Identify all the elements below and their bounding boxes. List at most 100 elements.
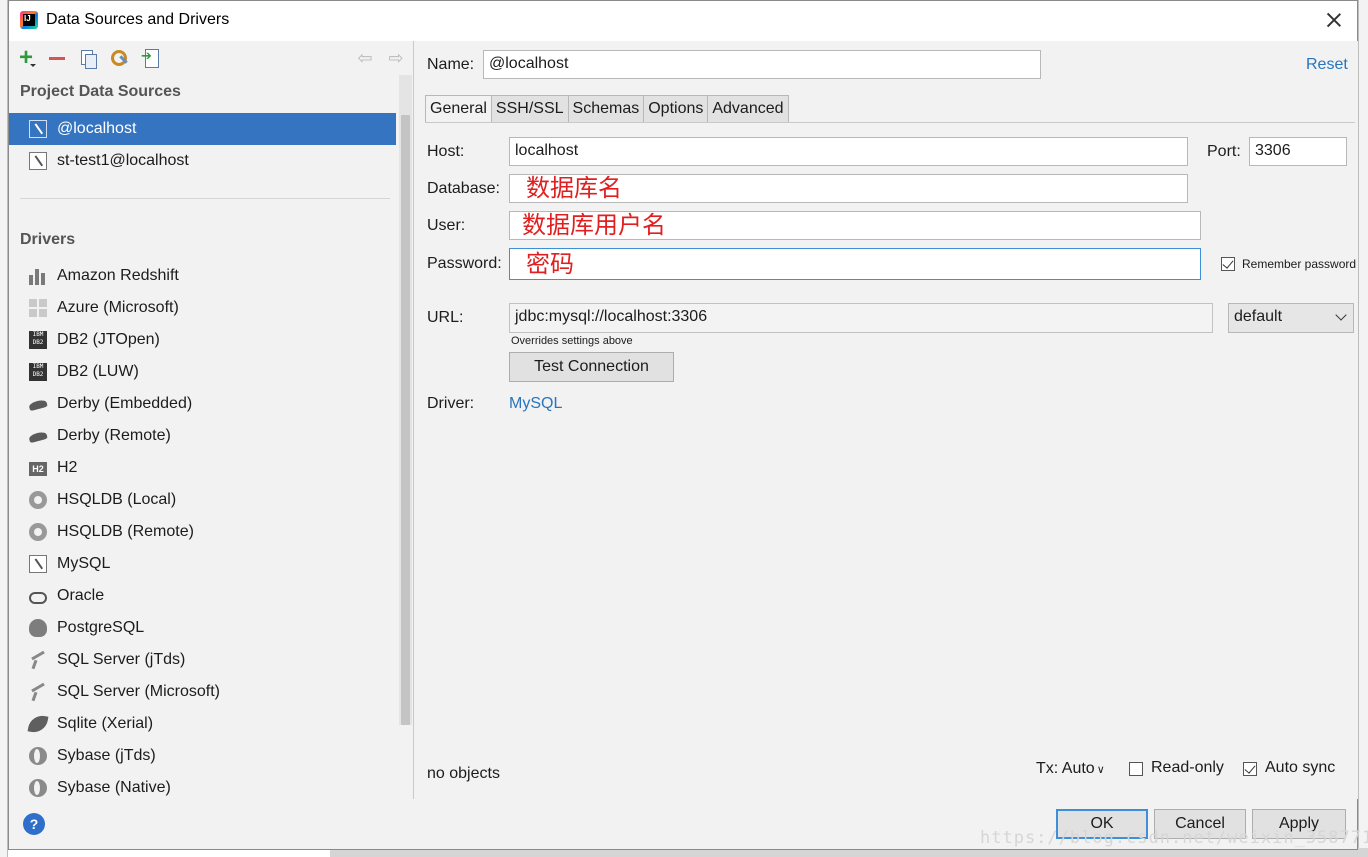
name-field[interactable]: @localhost <box>483 50 1041 79</box>
chevron-down-icon: ∨ <box>1096 764 1105 776</box>
tab-options[interactable]: Options <box>643 95 709 123</box>
ibm-db2-icon: IBM DB2 <box>29 363 47 381</box>
driver-item-derby-remote[interactable]: Derby (Remote) <box>9 420 399 452</box>
add-icon[interactable]: + <box>15 46 37 70</box>
driver-label: Driver: <box>427 395 475 412</box>
driver-properties-icon[interactable] <box>108 47 130 69</box>
sqlserver-icon <box>29 651 47 669</box>
driver-label: HSQLDB (Local) <box>57 491 177 508</box>
driver-item-sybase-native[interactable]: Sybase (Native) <box>9 772 399 799</box>
duplicate-icon[interactable] <box>77 47 99 69</box>
database-label: Database: <box>427 180 500 197</box>
chevron-down-icon <box>1335 309 1347 321</box>
auto-sync-label[interactable]: Auto sync <box>1265 759 1335 777</box>
driver-item-postgresql[interactable]: PostgreSQL <box>9 612 399 644</box>
driver-item-mysql[interactable]: MySQL <box>9 548 399 580</box>
remember-password-checkbox[interactable] <box>1221 257 1235 271</box>
tab-general[interactable]: General <box>425 95 492 123</box>
user-field[interactable]: 数据库用户名 <box>509 211 1201 240</box>
driver-item-amazon-redshift[interactable]: Amazon Redshift <box>9 260 399 292</box>
settings-tabs: General SSH/SSL Schemas Options Advanced <box>425 95 789 123</box>
driver-label: Derby (Remote) <box>57 427 171 444</box>
hsqldb-icon <box>29 523 47 541</box>
tab-advanced[interactable]: Advanced <box>707 95 789 123</box>
driver-item-db2-luw[interactable]: IBM DB2 DB2 (LUW) <box>9 356 399 388</box>
url-mode-value: default <box>1234 308 1283 325</box>
port-field[interactable]: 3306 <box>1249 137 1347 166</box>
mysql-icon <box>29 152 47 170</box>
mysql-icon <box>29 555 47 573</box>
tab-schemas[interactable]: Schemas <box>567 95 645 123</box>
driver-item-oracle[interactable]: Oracle <box>9 580 399 612</box>
driver-item-sqlite-xerial[interactable]: Sqlite (Xerial) <box>9 708 399 740</box>
name-label: Name: <box>427 56 475 73</box>
objects-status: no objects <box>427 765 500 782</box>
driver-label: PostgreSQL <box>57 619 145 636</box>
driver-label: DB2 (LUW) <box>57 363 139 380</box>
driver-label: SQL Server (jTds) <box>57 651 186 668</box>
driver-item-hsqldb-local[interactable]: HSQLDB (Local) <box>9 484 399 516</box>
password-label: Password: <box>427 255 502 272</box>
driver-link[interactable]: MySQL <box>509 395 562 413</box>
driver-item-azure[interactable]: Azure (Microsoft) <box>9 292 399 324</box>
mysql-icon <box>29 120 47 138</box>
help-icon[interactable]: ? <box>23 813 45 835</box>
driver-label: Sybase (Native) <box>57 779 171 796</box>
url-mode-select[interactable]: default <box>1228 303 1354 333</box>
import-icon[interactable] <box>139 47 161 69</box>
sybase-icon <box>29 779 47 797</box>
driver-item-hsqldb-remote[interactable]: HSQLDB (Remote) <box>9 516 399 548</box>
read-only-checkbox[interactable] <box>1129 762 1143 776</box>
password-field[interactable]: 密码 <box>509 248 1201 280</box>
remember-password-label[interactable]: Remember password <box>1242 257 1356 271</box>
left-toolbar: + ⇦ ⇨ <box>9 41 413 75</box>
hsqldb-icon <box>29 491 47 509</box>
host-field[interactable]: localhost <box>509 137 1188 166</box>
remove-icon[interactable] <box>46 47 68 69</box>
data-source-label: @localhost <box>57 120 137 137</box>
data-source-item-st-test1[interactable]: st-test1@localhost <box>9 145 396 177</box>
driver-label: HSQLDB (Remote) <box>57 523 194 540</box>
database-field[interactable]: 数据库名 <box>509 174 1188 203</box>
driver-item-sybase-jtds[interactable]: Sybase (jTds) <box>9 740 399 772</box>
test-connection-button[interactable]: Test Connection <box>509 352 674 382</box>
forward-arrow-icon[interactable]: ⇨ <box>385 47 407 69</box>
auto-sync-checkbox[interactable] <box>1243 762 1257 776</box>
driver-label: Sybase (jTds) <box>57 747 156 764</box>
driver-item-sqlserver-microsoft[interactable]: SQL Server (Microsoft) <box>9 676 399 708</box>
host-label: Host: <box>427 143 465 160</box>
left-panel: + ⇦ ⇨ Project Data Sources @localhost st… <box>9 41 414 799</box>
sqlite-feather-icon <box>27 713 49 735</box>
close-icon[interactable] <box>1323 9 1345 31</box>
postgresql-elephant-icon <box>29 619 47 637</box>
data-source-item-localhost[interactable]: @localhost <box>9 113 396 145</box>
driver-label: Sqlite (Xerial) <box>57 715 154 732</box>
driver-label: Derby (Embedded) <box>57 395 193 412</box>
driver-item-sqlserver-jtds[interactable]: SQL Server (jTds) <box>9 644 399 676</box>
project-data-sources-heading: Project Data Sources <box>20 83 181 100</box>
user-label: User: <box>427 217 466 234</box>
driver-label: Amazon Redshift <box>57 267 179 284</box>
driver-item-derby-embedded[interactable]: Derby (Embedded) <box>9 388 399 420</box>
h2-icon: H2 <box>29 462 47 476</box>
sidebar-divider <box>20 198 390 199</box>
tx-mode-dropdown[interactable]: Tx: Auto ∨ <box>1036 760 1105 778</box>
data-source-label: st-test1@localhost <box>57 152 189 169</box>
back-arrow-icon[interactable]: ⇦ <box>354 47 376 69</box>
url-field[interactable]: jdbc:mysql://localhost:3306 <box>509 303 1213 333</box>
driver-label: Azure (Microsoft) <box>57 299 179 316</box>
driver-item-h2[interactable]: H2 H2 <box>9 452 399 484</box>
tab-ssh-ssl[interactable]: SSH/SSL <box>490 95 569 123</box>
window-title: Data Sources and Drivers <box>46 11 230 28</box>
reset-link[interactable]: Reset <box>1306 56 1348 74</box>
sidebar-scrollbar-thumb[interactable] <box>401 115 410 725</box>
read-only-label[interactable]: Read-only <box>1151 759 1224 777</box>
driver-label: Oracle <box>57 587 105 604</box>
derby-hat-icon <box>29 427 47 445</box>
url-label: URL: <box>427 309 464 326</box>
background-app-left <box>0 0 8 857</box>
driver-label: SQL Server (Microsoft) <box>57 683 220 700</box>
driver-label: DB2 (JTOpen) <box>57 331 160 348</box>
oracle-icon <box>29 591 47 604</box>
driver-item-db2-jtopen[interactable]: IBM DB2 DB2 (JTOpen) <box>9 324 399 356</box>
